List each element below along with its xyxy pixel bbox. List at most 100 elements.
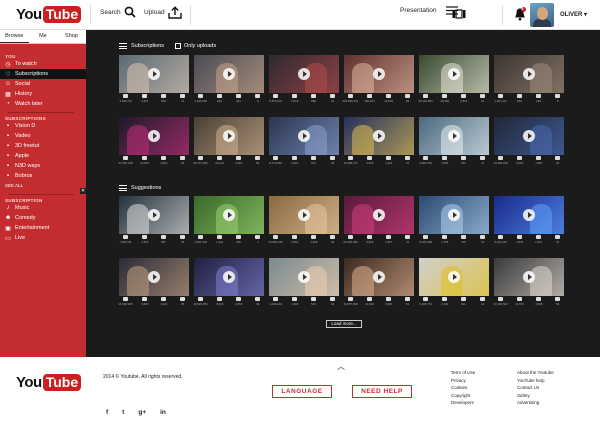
sidebar-subscription-item[interactable]: ▪ N3D ways (0, 161, 86, 171)
video-thumbnail[interactable] (194, 55, 264, 93)
upload-button[interactable]: Upload (144, 6, 182, 19)
video-thumbnail[interactable] (119, 55, 189, 93)
twitter-icon[interactable]: t (122, 409, 124, 416)
play-icon[interactable] (523, 271, 535, 283)
video-card[interactable]: 11,020,935 4,630 1,221 25 (118, 258, 189, 309)
video-thumbnail[interactable] (269, 196, 339, 234)
sidebar-subscription-item[interactable]: ▪ 3D freetut (0, 141, 86, 151)
video-thumbnail[interactable] (419, 55, 489, 93)
play-icon[interactable] (298, 209, 310, 221)
video-card[interactable]: 5,870,201 2,019 880 22 (269, 55, 339, 106)
play-icon[interactable] (373, 271, 385, 283)
video-thumbnail[interactable] (344, 117, 414, 155)
sidebar-item-watch-later[interactable]: ◔ Watch later (0, 99, 86, 109)
video-thumbnail[interactable] (119, 258, 189, 296)
video-card[interactable]: 22,318,006 9,903 2,557 47 (343, 196, 414, 247)
youtube-logo[interactable]: You Tube (16, 6, 82, 23)
footer-link[interactable]: Safety (517, 393, 554, 398)
play-icon[interactable] (448, 209, 460, 221)
video-card[interactable]: 37,004,218 12,873 1,902 40 (118, 117, 189, 168)
play-icon[interactable] (148, 271, 160, 283)
footer-link[interactable]: YouTube help (517, 378, 554, 383)
video-thumbnail[interactable] (419, 117, 489, 155)
google-plus-icon[interactable]: g+ (138, 409, 146, 416)
sidebar-item-music[interactable]: ♪ Music (0, 203, 86, 213)
video-card[interactable]: 2,561,018 1,114 290 7 (194, 196, 264, 247)
tab-me[interactable]: Me (29, 30, 58, 43)
play-icon[interactable] (373, 68, 385, 80)
only-uploads-toggle[interactable]: Only uploads (175, 43, 216, 49)
sidebar-item-social[interactable]: ☺ Social (0, 79, 86, 89)
footer-youtube-logo[interactable]: You Tube (16, 374, 82, 391)
sidebar-item-entertainment[interactable]: ▣ Entertainment (0, 223, 86, 233)
footer-link[interactable]: Term of Use (451, 370, 475, 375)
video-card[interactable]: 58,747,003 20,114 3,110 55 (193, 117, 264, 168)
video-card[interactable]: 7,405,111 3,330 867 16 (119, 196, 189, 247)
video-card[interactable]: 12,890,440 5,561 1,408 29 (268, 196, 339, 247)
sidebar-item-to-watch[interactable]: ◷ To watch (0, 59, 86, 69)
video-card[interactable]: 27,100,563 11,870 3,008 52 (493, 258, 564, 309)
scroll-top-icon[interactable]: ︿ (337, 361, 345, 372)
video-card[interactable]: 19,520,354 8,315 2,050 39 (193, 258, 264, 309)
video-thumbnail[interactable] (344, 55, 414, 93)
need-help-button[interactable]: NEED HELP (352, 385, 412, 398)
sidebar-subscription-item[interactable]: ▪ Vision D (0, 121, 86, 131)
video-thumbnail[interactable] (494, 258, 564, 296)
sidebar-item-subscriptions[interactable]: ♡ Subscriptions (0, 69, 86, 79)
video-card[interactable]: 8,710,662 3,210 974 18 (269, 117, 339, 168)
video-thumbnail[interactable] (419, 258, 489, 296)
video-thumbnail[interactable] (494, 196, 564, 234)
presentation-button[interactable]: Presentation (400, 6, 458, 15)
sidebar-item-comedy[interactable]: ☻ Comedy (0, 213, 86, 223)
play-icon[interactable] (298, 130, 310, 142)
video-card[interactable]: 3,982,554 1,806 512 11 (419, 117, 489, 168)
linkedin-icon[interactable]: in (160, 409, 166, 416)
video-thumbnail[interactable] (119, 117, 189, 155)
play-icon[interactable] (148, 209, 160, 221)
footer-link[interactable]: Contact Us (517, 385, 554, 390)
video-card[interactable]: 5,206,772 2,240 611 12 (419, 258, 489, 309)
video-card[interactable]: 10,288,137 4,420 1,122 27 (343, 117, 414, 168)
video-thumbnail[interactable] (269, 117, 339, 155)
language-button[interactable]: LANGUAGE (272, 385, 332, 398)
video-card[interactable]: 6,104,338 2,786 715 14 (419, 196, 489, 247)
video-thumbnail[interactable] (269, 258, 339, 296)
play-icon[interactable] (223, 271, 235, 283)
sidebar-subscription-item[interactable]: ▪ Apple (0, 151, 86, 161)
video-thumbnail[interactable] (119, 196, 189, 234)
only-uploads-checkbox[interactable] (175, 43, 181, 49)
video-thumbnail[interactable] (494, 117, 564, 155)
play-icon[interactable] (523, 209, 535, 221)
video-thumbnail[interactable] (344, 258, 414, 296)
play-icon[interactable] (298, 271, 310, 283)
play-icon[interactable] (223, 130, 235, 142)
play-icon[interactable] (448, 271, 460, 283)
video-thumbnail[interactable] (419, 196, 489, 234)
video-thumbnail[interactable] (194, 117, 264, 155)
play-icon[interactable] (223, 209, 235, 221)
play-icon[interactable] (448, 68, 460, 80)
video-card[interactable]: 1,027,411 604 219 8 (494, 55, 564, 106)
video-thumbnail[interactable] (344, 196, 414, 234)
video-thumbnail[interactable] (194, 258, 264, 296)
video-thumbnail[interactable] (494, 55, 564, 93)
play-icon[interactable] (448, 130, 460, 142)
video-card[interactable]: 31,875,009 13,402 3,606 61 (343, 258, 414, 309)
video-thumbnail[interactable] (269, 55, 339, 93)
video-card[interactable]: 402,830,301 150,223 12,004 84 (343, 55, 414, 106)
load-more-button[interactable]: Load more... (326, 320, 362, 328)
footer-link[interactable]: Copyright (451, 393, 475, 398)
play-icon[interactable] (148, 68, 160, 80)
footer-link[interactable]: Developers (451, 400, 475, 405)
menu-icon[interactable] (119, 43, 127, 49)
sidebar-item-history[interactable]: ▦ History (0, 89, 86, 99)
video-thumbnail[interactable] (194, 196, 264, 234)
footer-link[interactable]: Advertising (517, 400, 554, 405)
film-reel-icon[interactable] (452, 9, 466, 19)
video-card[interactable]: 3,345,741 1,337 502 12 (119, 55, 189, 106)
sidebar-item-live[interactable]: ▭ Live (0, 233, 86, 243)
user-menu[interactable]: OLIVER ▾ (560, 11, 587, 18)
footer-link[interactable]: About the Youtube (517, 370, 554, 375)
notifications-button[interactable]: 5 (514, 7, 526, 21)
video-card[interactable]: 14,336,208 6,001 1,887 33 (493, 117, 564, 168)
